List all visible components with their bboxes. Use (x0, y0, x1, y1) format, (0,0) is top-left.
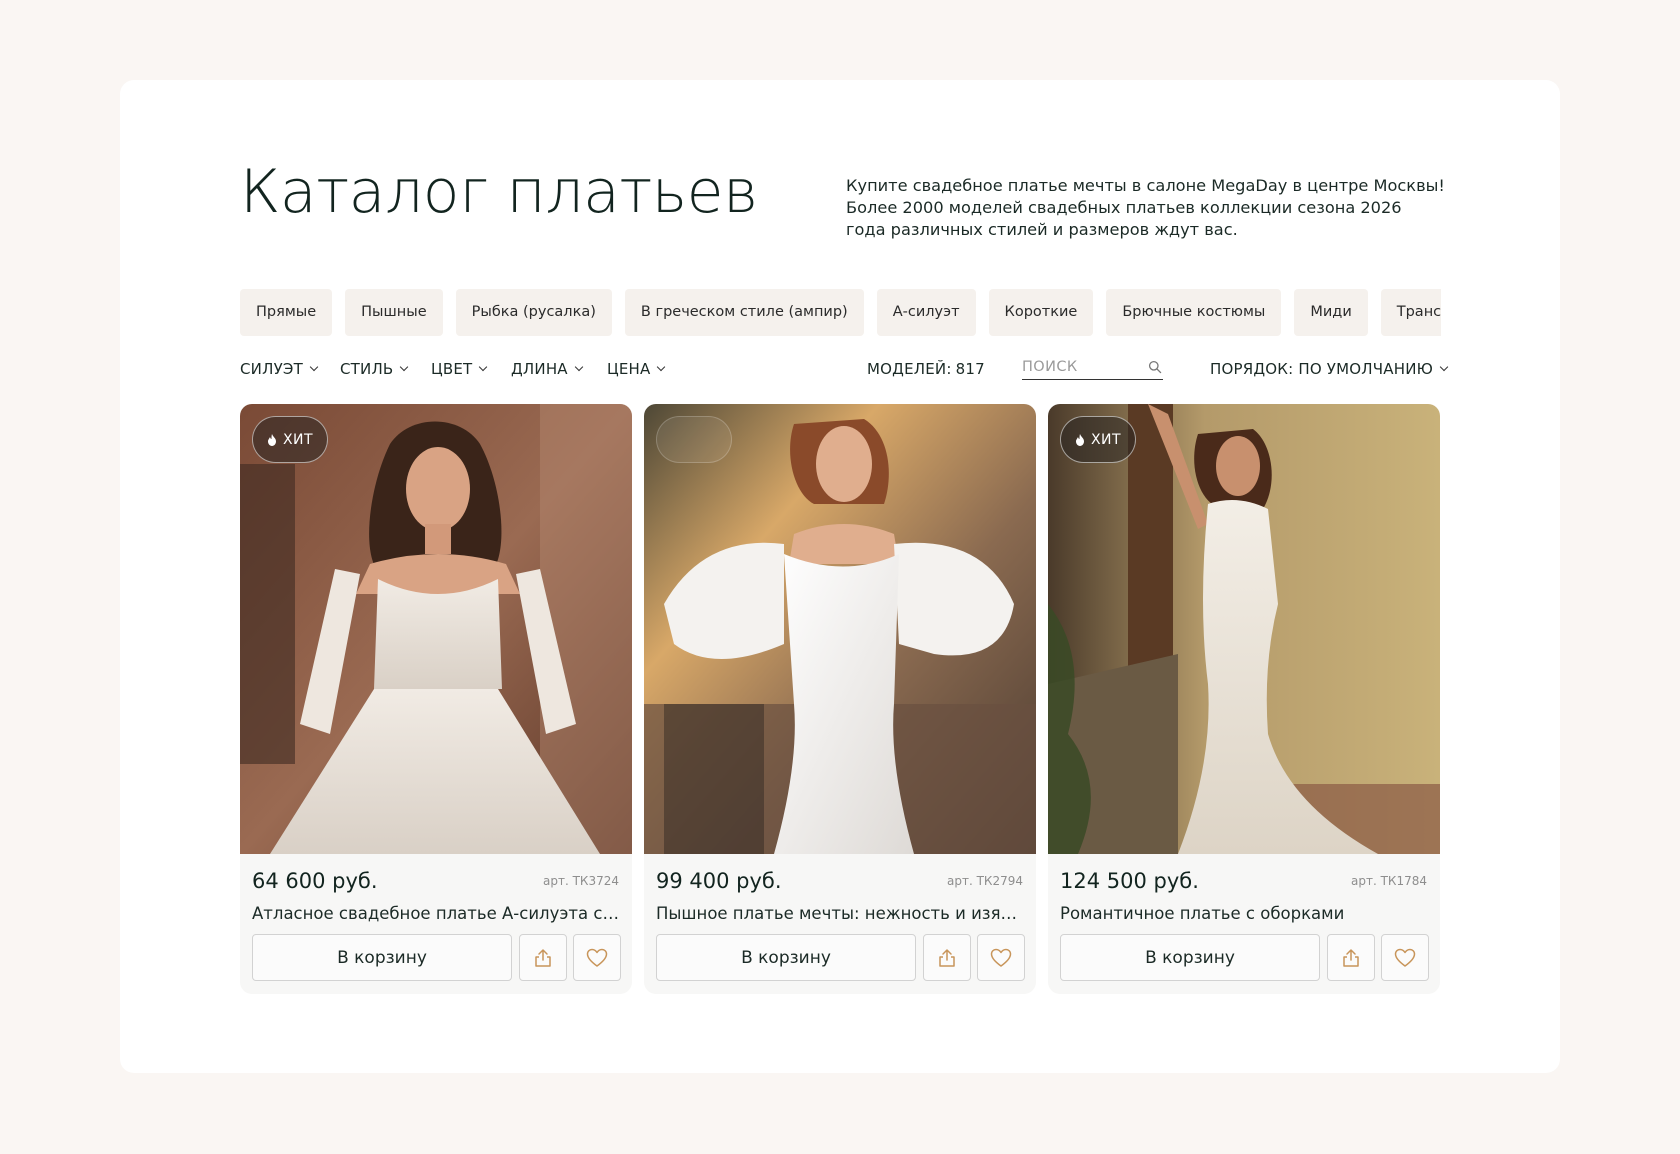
product-card[interactable]: 99 400 руб. арт. ТК2794 Пышное платье ме… (644, 404, 1036, 994)
chip-fluffy[interactable]: Пышные (345, 289, 443, 336)
share-icon (1343, 948, 1359, 967)
chip-short[interactable]: Короткие (988, 289, 1094, 336)
chip-midi[interactable]: Миди (1294, 289, 1368, 336)
models-count: МОДЕЛЕЙ: 817 (867, 358, 985, 380)
chevron-down-icon (1439, 362, 1449, 372)
filter-length[interactable]: ДЛИНА (511, 358, 584, 380)
hit-badge-label: ХИТ (282, 431, 314, 448)
product-card[interactable]: ХИТ 64 600 руб. арт. ТК3724 Атласное сва… (240, 404, 632, 994)
share-button[interactable] (1327, 934, 1375, 981)
product-price: 124 500 руб. (1060, 869, 1199, 893)
chevron-down-icon (479, 362, 488, 372)
page-title: Каталог платьев (240, 157, 758, 227)
filter-length-label: ДЛИНА (511, 360, 568, 378)
chip-transformers[interactable]: Трансформеры (1380, 289, 1441, 336)
filter-silhouette[interactable]: СИЛУЭТ (240, 358, 319, 380)
chevron-down-icon (657, 362, 666, 372)
models-count-label: МОДЕЛЕЙ: (867, 360, 952, 378)
product-name[interactable]: Пышное платье мечты: нежность и изящност… (656, 904, 1026, 923)
chip-greek[interactable]: В греческом стиле (ампир) (624, 289, 864, 336)
catalog-intro: Купите свадебное платье мечты в салоне M… (846, 176, 1445, 239)
badge-placeholder (656, 416, 732, 463)
chevron-down-icon (400, 362, 409, 372)
favorite-button[interactable] (1381, 934, 1429, 981)
product-photo[interactable]: ХИТ (1048, 404, 1440, 854)
chevron-down-icon (309, 362, 319, 372)
product-card[interactable]: ХИТ 124 500 руб. арт. ТК1784 Романтичное… (1048, 404, 1440, 994)
filter-price-label: ЦЕНА (607, 360, 651, 378)
filter-silhouette-label: СИЛУЭТ (240, 360, 303, 378)
product-article: арт. ТК1784 (1351, 874, 1427, 888)
dress-photo-image (1048, 404, 1440, 854)
category-chips: Прямые Пышные Рыбка (русалка) В греческом с… (240, 289, 1441, 337)
filter-color-label: ЦВЕТ (431, 360, 473, 378)
favorite-button[interactable] (573, 934, 621, 981)
product-name[interactable]: Романтичное платье с оборками (1060, 904, 1430, 923)
add-to-cart-button[interactable]: В корзину (656, 934, 916, 981)
chevron-down-icon (574, 362, 584, 372)
product-photo[interactable] (644, 404, 1036, 854)
product-article: арт. ТК2794 (947, 874, 1023, 888)
hit-badge-label: ХИТ (1090, 431, 1122, 448)
chip-pantsuits[interactable]: Брючные костюмы (1106, 289, 1282, 336)
search-input[interactable] (1022, 356, 1137, 378)
heart-icon (586, 948, 608, 967)
models-count-value: 817 (955, 360, 985, 378)
chip-mermaid[interactable]: Рыбка (русалка) (455, 289, 612, 336)
search-box (1022, 356, 1163, 380)
dress-photo-image (240, 404, 632, 854)
flame-icon (1075, 433, 1084, 446)
add-to-cart-button[interactable]: В корзину (1060, 934, 1320, 981)
chip-a-line[interactable]: А-силуэт (876, 289, 976, 336)
favorite-button[interactable] (977, 934, 1025, 981)
product-name[interactable]: Атласное свадебное платье А-силуэта с кр… (252, 904, 622, 923)
product-price: 64 600 руб. (252, 869, 378, 893)
filter-color[interactable]: ЦВЕТ (431, 358, 488, 380)
heart-icon (990, 948, 1012, 967)
hit-badge: ХИТ (1060, 416, 1136, 463)
share-button[interactable] (923, 934, 971, 981)
product-article: арт. ТК3724 (543, 874, 619, 888)
hit-badge: ХИТ (252, 416, 328, 463)
filter-style-label: СТИЛЬ (340, 360, 394, 378)
product-price: 99 400 руб. (656, 869, 782, 893)
chip-straight[interactable]: Прямые (240, 289, 333, 336)
flame-icon (267, 433, 276, 446)
sort-label: ПОРЯДОК: ПО УМОЛЧАНИЮ (1210, 360, 1434, 378)
sort-dropdown[interactable]: ПОРЯДОК: ПО УМОЛЧАНИЮ (1210, 358, 1449, 380)
share-button[interactable] (519, 934, 567, 981)
search-icon[interactable] (1148, 360, 1162, 374)
product-photo[interactable]: ХИТ (240, 404, 632, 854)
dress-photo-image (644, 404, 1036, 854)
share-icon (535, 948, 551, 967)
filter-price[interactable]: ЦЕНА (607, 358, 666, 380)
add-to-cart-button[interactable]: В корзину (252, 934, 512, 981)
heart-icon (1394, 948, 1416, 967)
share-icon (939, 948, 955, 967)
filter-style[interactable]: СТИЛЬ (340, 358, 409, 380)
